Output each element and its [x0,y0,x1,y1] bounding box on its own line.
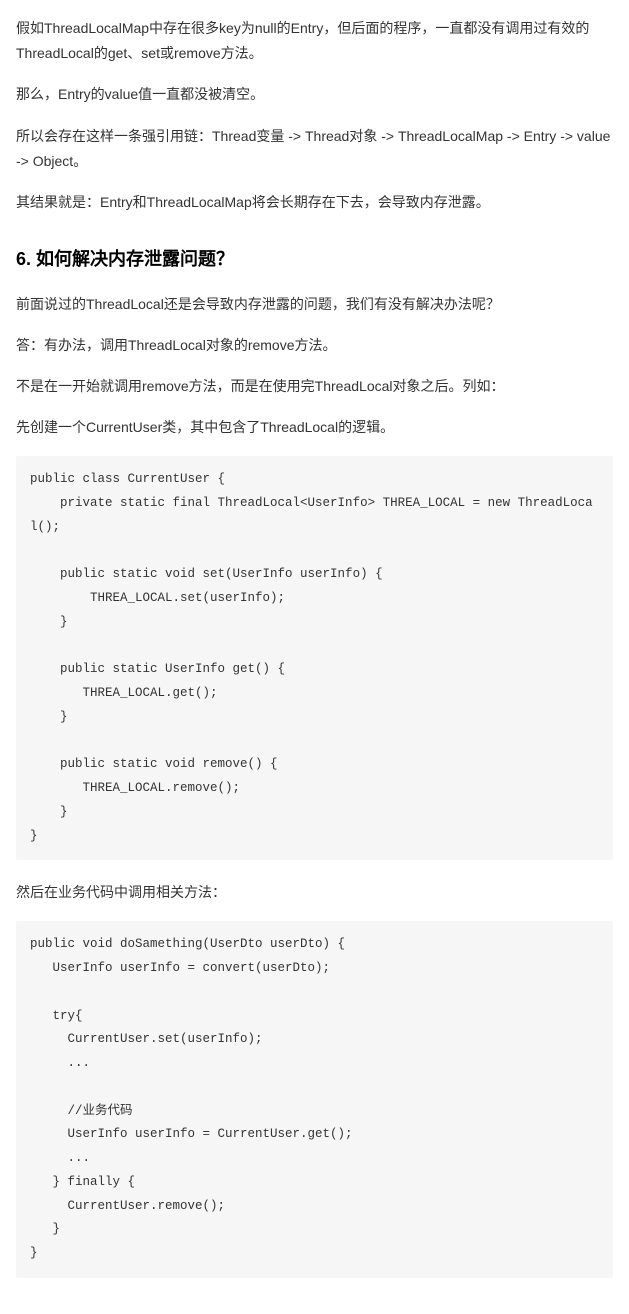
paragraph: 先创建一个CurrentUser类，其中包含了ThreadLocal的逻辑。 [16,415,613,440]
paragraph: 假如ThreadLocalMap中存在很多key为null的Entry，但后面的… [16,16,613,66]
paragraph: 其结果就是：Entry和ThreadLocalMap将会长期存在下去，会导致内存… [16,190,613,215]
paragraph: 所以会存在这样一条强引用链：Thread变量 -> Thread对象 -> Th… [16,124,613,174]
paragraph: 答：有办法，调用ThreadLocal对象的remove方法。 [16,333,613,358]
code-block: public class CurrentUser { private stati… [16,456,613,860]
code-block: public void doSamething(UserDto userDto)… [16,921,613,1278]
paragraph: 那么，Entry的value值一直都没被清空。 [16,82,613,107]
section-heading: 6. 如何解决内存泄露问题？ [16,243,613,275]
paragraph: 然后在业务代码中调用相关方法： [16,880,613,905]
paragraph: 前面说过的ThreadLocal还是会导致内存泄露的问题，我们有没有解决办法呢？ [16,292,613,317]
paragraph: 不是在一开始就调用remove方法，而是在使用完ThreadLocal对象之后。… [16,374,613,399]
